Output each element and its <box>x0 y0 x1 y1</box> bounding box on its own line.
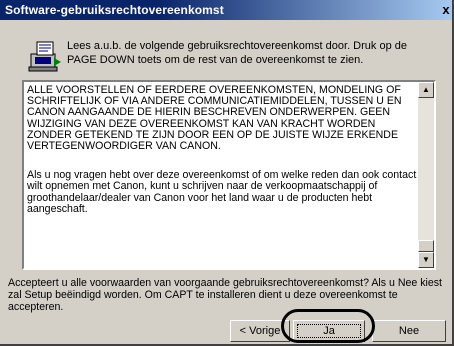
back-button[interactable]: < Vorige <box>230 320 290 342</box>
close-button[interactable]: x <box>440 0 452 20</box>
vertical-scrollbar[interactable]: ▲ ▼ <box>418 82 434 268</box>
license-dialog: Software-gebruiksrechtovereenkomst x Lee… <box>0 0 454 346</box>
license-text: ALLE VOORSTELLEN OF EERDERE OVEREENKOMST… <box>27 84 417 233</box>
focus-indicator <box>297 324 361 338</box>
instruction-text: Lees a.u.b. de volgende gebruiksrechtove… <box>67 40 407 66</box>
scroll-down-icon[interactable]: ▼ <box>418 252 434 268</box>
license-paragraph: Als u nog vragen hebt over deze overeenk… <box>27 169 417 215</box>
scroll-up-icon[interactable]: ▲ <box>418 82 434 98</box>
no-button-label: Nee <box>398 325 420 337</box>
computer-install-icon <box>28 41 61 72</box>
no-button[interactable]: Nee <box>372 320 446 342</box>
title-bar[interactable]: Software-gebruiksrechtovereenkomst x <box>0 0 452 20</box>
window-title: Software-gebruiksrechtovereenkomst <box>5 3 224 17</box>
scroll-thumb[interactable] <box>418 240 434 252</box>
back-button-label: < Vorige <box>239 325 281 337</box>
accept-question: Accepteert u alle voorwaarden van voorga… <box>8 277 443 313</box>
yes-button[interactable]: Ja <box>293 320 365 342</box>
license-paragraph: ALLE VOORSTELLEN OF EERDERE OVEREENKOMST… <box>27 84 402 153</box>
license-text-box[interactable]: ALLE VOORSTELLEN OF EERDERE OVEREENKOMST… <box>22 80 436 270</box>
